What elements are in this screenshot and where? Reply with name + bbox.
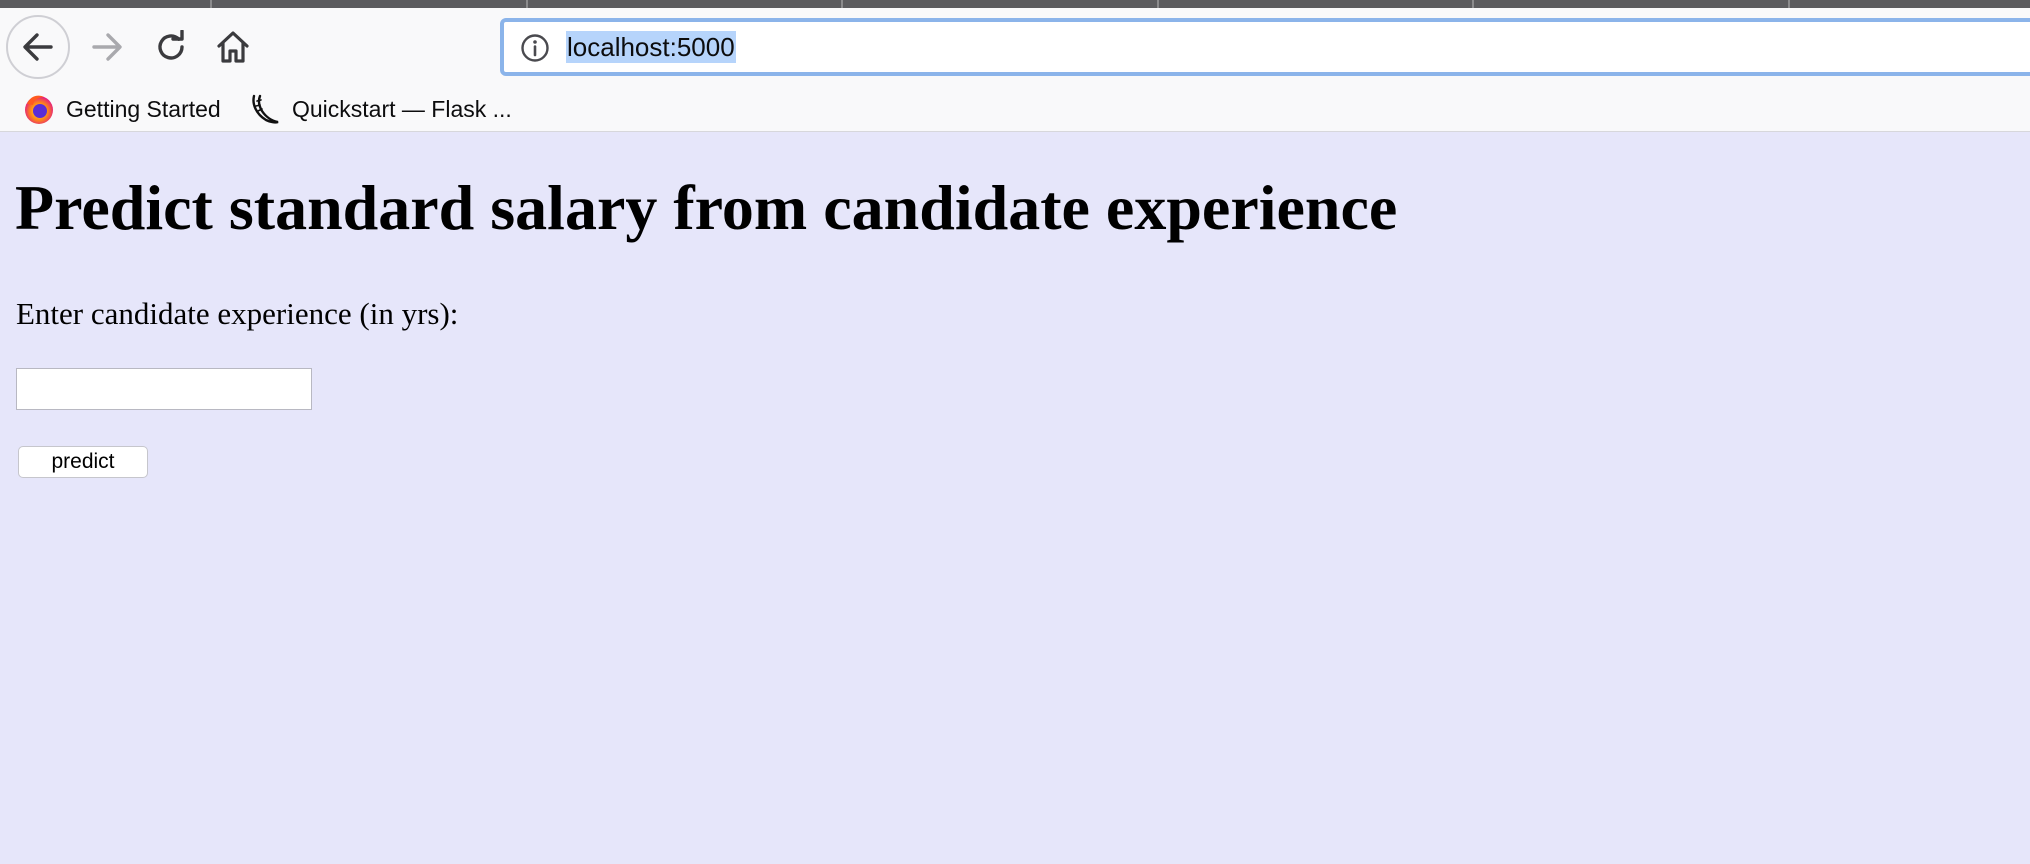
url-text[interactable]: localhost:5000: [566, 31, 736, 63]
firefox-icon: [25, 95, 53, 124]
forward-button[interactable]: [82, 22, 132, 72]
url-bar[interactable]: localhost:5000: [500, 18, 2030, 76]
navigation-toolbar: localhost:5000: [0, 8, 2030, 88]
predict-button[interactable]: predict: [18, 446, 148, 478]
back-button[interactable]: [6, 15, 70, 79]
bookmark-label: Getting Started: [66, 95, 221, 122]
home-button[interactable]: [208, 22, 258, 72]
bookmark-flask-quickstart[interactable]: Quickstart — Flask ...: [248, 92, 512, 126]
page-content: Predict standard salary from candidate e…: [0, 132, 2030, 864]
arrow-left-icon: [23, 33, 53, 61]
tab-separator: [526, 0, 528, 8]
bookmark-getting-started[interactable]: Getting Started: [22, 92, 221, 126]
home-icon: [217, 31, 249, 63]
bookmark-label: Quickstart — Flask ...: [292, 95, 512, 122]
tab-separator: [210, 0, 212, 8]
arrow-right-icon: [92, 33, 122, 61]
browser-window: localhost:5000 Getting Started Quickstar…: [0, 0, 2030, 864]
info-icon[interactable]: [520, 33, 550, 63]
tab-strip: [0, 0, 2030, 8]
page-title: Predict standard salary from candidate e…: [15, 172, 1398, 243]
reload-button[interactable]: [146, 22, 196, 72]
experience-input[interactable]: [16, 368, 312, 410]
tab-separator: [1472, 0, 1474, 8]
flask-icon: [252, 94, 279, 124]
bookmarks-toolbar: Getting Started Quickstart — Flask ...: [0, 88, 2030, 132]
tab-separator: [1788, 0, 1790, 8]
tab-separator: [1157, 0, 1159, 8]
reload-icon: [158, 30, 184, 60]
experience-label: Enter candidate experience (in yrs):: [16, 296, 459, 331]
tab-separator: [841, 0, 843, 8]
